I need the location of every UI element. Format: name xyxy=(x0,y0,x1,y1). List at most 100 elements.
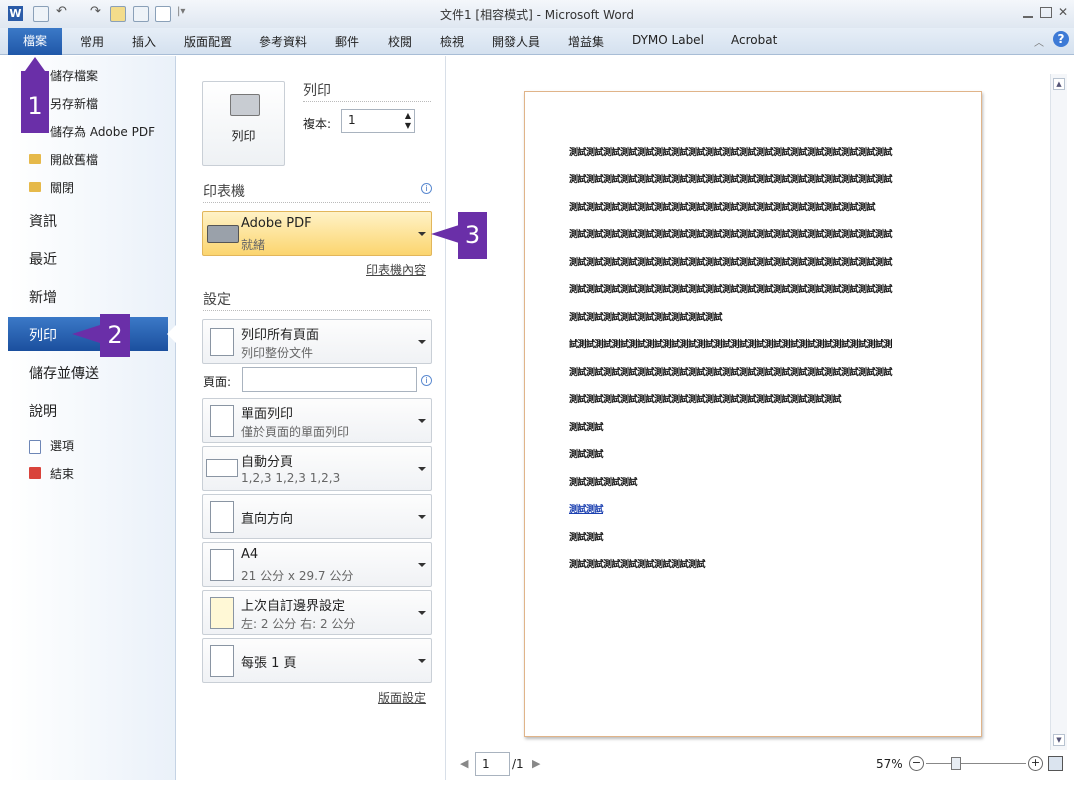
paper-size-dropdown[interactable]: A4 21 公分 x 29.7 公分 xyxy=(202,542,432,587)
nav-help[interactable]: 說明 xyxy=(29,401,57,421)
help-icon[interactable]: ? xyxy=(1053,31,1069,47)
zoom-to-page-icon[interactable] xyxy=(1048,756,1063,771)
option-sublabel: 列印整份文件 xyxy=(241,346,314,360)
preview-line: 測試測試測試測試測試測試測試測試測試測試測試測試測試測試測試測試測試測試測試 xyxy=(569,230,893,240)
print-section-title: 列印 xyxy=(303,83,331,99)
option-label: 上次自訂邊界設定 xyxy=(241,599,346,614)
callout-1: 1 xyxy=(21,71,49,133)
options-icon xyxy=(29,440,41,454)
preview-line: 測試測試 xyxy=(569,423,604,433)
printer-info-icon[interactable]: i xyxy=(421,183,432,194)
tab-acrobat[interactable]: Acrobat xyxy=(731,33,777,47)
printer-status: 就緒 xyxy=(241,238,266,252)
option-sublabel: 左: 2 公分 右: 2 公分 xyxy=(241,617,356,631)
pages-label: 頁面: xyxy=(203,375,232,389)
window-title: 文件1 [相容模式] - Microsoft Word xyxy=(439,8,635,22)
page-number-input[interactable]: 1 xyxy=(475,752,510,776)
tab-view[interactable]: 檢視 xyxy=(440,33,464,50)
nav-save-and-send[interactable]: 儲存並傳送 xyxy=(29,363,99,383)
printer-name: Adobe PDF xyxy=(241,216,312,231)
print-button[interactable]: 列印 xyxy=(202,81,285,166)
zoom-out-icon[interactable]: − xyxy=(909,756,924,771)
scroll-down-icon[interactable]: ▼ xyxy=(1053,734,1065,746)
tab-references[interactable]: 參考資料 xyxy=(259,33,307,50)
portrait-icon xyxy=(210,501,234,533)
collation-dropdown[interactable]: 自動分頁 1,2,3 1,2,3 1,2,3 xyxy=(202,446,432,491)
zoom-slider-thumb[interactable] xyxy=(951,757,961,770)
nav-info[interactable]: 資訊 xyxy=(29,211,57,231)
spin-up-icon[interactable]: ▲ xyxy=(405,111,411,120)
option-label: 每張 1 頁 xyxy=(241,656,297,671)
nav-options[interactable]: 選項 xyxy=(50,437,74,454)
preview-line: 測試測試測試測試測試測試測試測試測試 xyxy=(569,313,723,323)
option-label: A4 xyxy=(241,547,259,562)
print-title-divider xyxy=(303,101,431,102)
nav-exit[interactable]: 結束 xyxy=(50,465,74,482)
tab-home[interactable]: 常用 xyxy=(80,33,104,50)
nav-new[interactable]: 新增 xyxy=(29,287,57,307)
spin-down-icon[interactable]: ▼ xyxy=(405,121,411,130)
preview-scrollbar[interactable]: ▲ ▼ xyxy=(1050,74,1067,750)
preview-page: 測試測試測試測試測試測試測試測試測試測試測試測試測試測試測試測試測試測試測試 測… xyxy=(524,91,982,737)
tab-add-ins[interactable]: 增益集 xyxy=(568,33,604,50)
page-setup-link[interactable]: 版面設定 xyxy=(378,689,426,706)
scroll-up-icon[interactable]: ▲ xyxy=(1053,78,1065,90)
sides-dropdown[interactable]: 單面列印 僅於頁面的單面列印 xyxy=(202,398,432,443)
minimize-ribbon-icon[interactable]: ︿ xyxy=(1034,34,1044,49)
margins-dropdown[interactable]: 上次自訂邊界設定 左: 2 公分 右: 2 公分 xyxy=(202,590,432,635)
nav-open[interactable]: 開啟舊檔 xyxy=(50,151,98,168)
nav-save[interactable]: 儲存檔案 xyxy=(50,67,98,84)
zoom-in-icon[interactable]: + xyxy=(1028,756,1043,771)
preview-line: 測試測試 xyxy=(569,533,604,543)
option-sublabel: 21 公分 x 29.7 公分 xyxy=(241,569,354,583)
print-button-label: 列印 xyxy=(231,129,256,143)
chevron-down-icon xyxy=(418,659,426,663)
tab-page-layout[interactable]: 版面配置 xyxy=(184,33,232,50)
close-button[interactable]: ✕ xyxy=(1058,5,1068,19)
orientation-dropdown[interactable]: 直向方向 xyxy=(202,494,432,539)
preview-line: 測試測試測試測試測試測試測試測試測試測試測試測試測試測試測試測試 xyxy=(569,395,842,405)
nav-save-as-pdf[interactable]: 儲存為 Adobe PDF xyxy=(50,123,155,140)
option-sublabel: 僅於頁面的單面列印 xyxy=(241,425,350,439)
tab-mailings[interactable]: 郵件 xyxy=(335,33,359,50)
printer-divider xyxy=(203,202,430,203)
settings-divider xyxy=(203,310,430,311)
nav-recent[interactable]: 最近 xyxy=(29,249,57,269)
tab-review[interactable]: 校閱 xyxy=(388,33,412,50)
printer-properties-link[interactable]: 印表機內容 xyxy=(366,261,426,278)
page-per-sheet-icon xyxy=(210,645,234,677)
preview-link-line: 測試測試 xyxy=(569,505,604,515)
option-label: 自動分頁 xyxy=(241,455,294,470)
nav-close[interactable]: 關閉 xyxy=(50,179,74,196)
option-label: 直向方向 xyxy=(241,512,294,527)
tab-insert[interactable]: 插入 xyxy=(132,33,156,50)
selected-pointer-icon xyxy=(167,325,176,343)
pages-input[interactable] xyxy=(242,367,417,392)
zoom-level[interactable]: 57% xyxy=(876,757,903,771)
tab-file[interactable]: 檔案 xyxy=(8,28,62,55)
next-page-icon[interactable]: ▶ xyxy=(532,757,540,770)
copies-spinner[interactable]: 1 ▲ ▼ xyxy=(341,109,415,133)
single-sided-icon xyxy=(210,405,234,437)
pages-icon xyxy=(210,328,234,356)
tab-dymo-label[interactable]: DYMO Label xyxy=(632,33,704,47)
preview-line: 測試測試測試測試測試測試測試測試測試測試測試測試測試測試測試測試測試測試測試 xyxy=(569,368,893,378)
nav-save-as[interactable]: 另存新檔 xyxy=(50,95,98,112)
printer-icon xyxy=(230,94,260,116)
page-current: 1 xyxy=(482,757,490,771)
preview-line: 測試測試測試測試測試測試測試測試測試測試測試測試測試測試測試測試測試測試測試 xyxy=(569,258,893,268)
preview-line: 測試測試測試測試測試測試測試測試測試測試測試測試測試測試測試測試測試測試 xyxy=(569,203,876,213)
zoom-slider[interactable] xyxy=(926,763,1026,764)
preview-line: 測試測試測試測試測試測試測試測試測試測試測試測試測試測試測試測試測試測試測試 xyxy=(569,285,893,295)
printer-dropdown[interactable]: Adobe PDF 就緒 xyxy=(202,211,432,256)
restore-button[interactable] xyxy=(1040,7,1052,18)
tab-developer[interactable]: 開發人員 xyxy=(492,33,540,50)
minimize-button[interactable] xyxy=(1023,12,1033,18)
nav-print[interactable]: 列印 xyxy=(29,325,57,345)
print-range-dropdown[interactable]: 列印所有頁面 列印整份文件 xyxy=(202,319,432,364)
collate-icon xyxy=(206,459,238,477)
prev-page-icon[interactable]: ◀ xyxy=(460,757,468,770)
callout-arrow-up-icon xyxy=(25,57,45,71)
pages-per-sheet-dropdown[interactable]: 每張 1 頁 xyxy=(202,638,432,683)
pages-info-icon[interactable]: i xyxy=(421,375,432,386)
